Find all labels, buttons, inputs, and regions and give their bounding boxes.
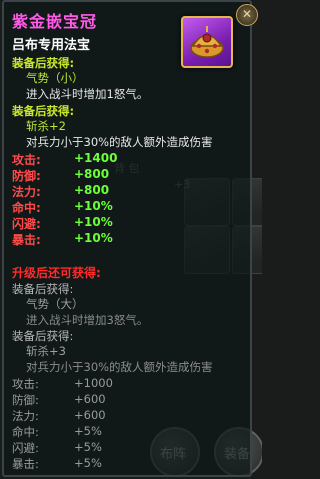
stat-value: +600: [74, 408, 106, 422]
stat-value: +10%: [74, 199, 113, 213]
stat-value: +5%: [74, 424, 102, 438]
stat-value: +10%: [74, 215, 113, 229]
equip-gain-header: 装备后获得:: [12, 329, 74, 343]
stat-name: 命中:: [12, 201, 41, 215]
stat-name: 暴击:: [12, 457, 39, 471]
item-tooltip: 紫金嵌宝冠 吕布专用法宝 ✕ 装备后获得: 气势（小） 进入战斗时增加1怒气。 …: [2, 0, 258, 477]
stat-value: +800: [74, 167, 110, 181]
equip-gain-header: 装备后获得:: [12, 282, 74, 296]
stat-name: 防御:: [12, 169, 41, 183]
skill-name: 气势（大）: [26, 297, 84, 311]
stat-name: 命中:: [12, 425, 39, 439]
skill-description: 进入战斗时增加3怒气。: [26, 313, 149, 327]
stat-value: +1000: [74, 376, 113, 390]
stat-name: 暴击:: [12, 233, 41, 247]
equip-gain-header: 装备后获得:: [12, 56, 75, 70]
stat-value: +5%: [74, 456, 102, 470]
skill-name: 斩杀+2: [26, 119, 66, 133]
stat-name: 防御:: [12, 393, 39, 407]
stat-value: +800: [74, 183, 110, 197]
close-icon: ✕: [241, 7, 253, 21]
stat-name: 攻击:: [12, 377, 39, 391]
stat-name: 法力:: [12, 409, 39, 423]
stat-name: 闪避:: [12, 441, 39, 455]
skill-name: 气势（小）: [26, 71, 84, 85]
stat-value: +10%: [74, 231, 113, 245]
skill-description: 对兵力小于30%的敌人额外造成伤害: [26, 360, 213, 374]
equip-gain-header: 装备后获得:: [12, 104, 75, 118]
close-button[interactable]: ✕: [236, 4, 258, 26]
item-name: 紫金嵌宝冠: [12, 12, 98, 31]
skill-description: 进入战斗时增加1怒气。: [26, 87, 149, 101]
item-icon-frame: [181, 16, 233, 68]
stat-name: 闪避:: [12, 217, 41, 231]
stat-value: +1400: [74, 151, 118, 165]
stat-value: +600: [74, 392, 106, 406]
stat-name: 攻击:: [12, 153, 41, 167]
skill-name: 斩杀+3: [26, 344, 66, 358]
stat-value: +5%: [74, 440, 102, 454]
crown-icon: [190, 26, 224, 58]
upgrade-header: 升级后还可获得:: [12, 266, 101, 280]
item-subtitle: 吕布专用法宝: [12, 38, 91, 53]
stat-name: 法力:: [12, 185, 41, 199]
skill-description: 对兵力小于30%的敌人额外造成伤害: [26, 135, 213, 149]
